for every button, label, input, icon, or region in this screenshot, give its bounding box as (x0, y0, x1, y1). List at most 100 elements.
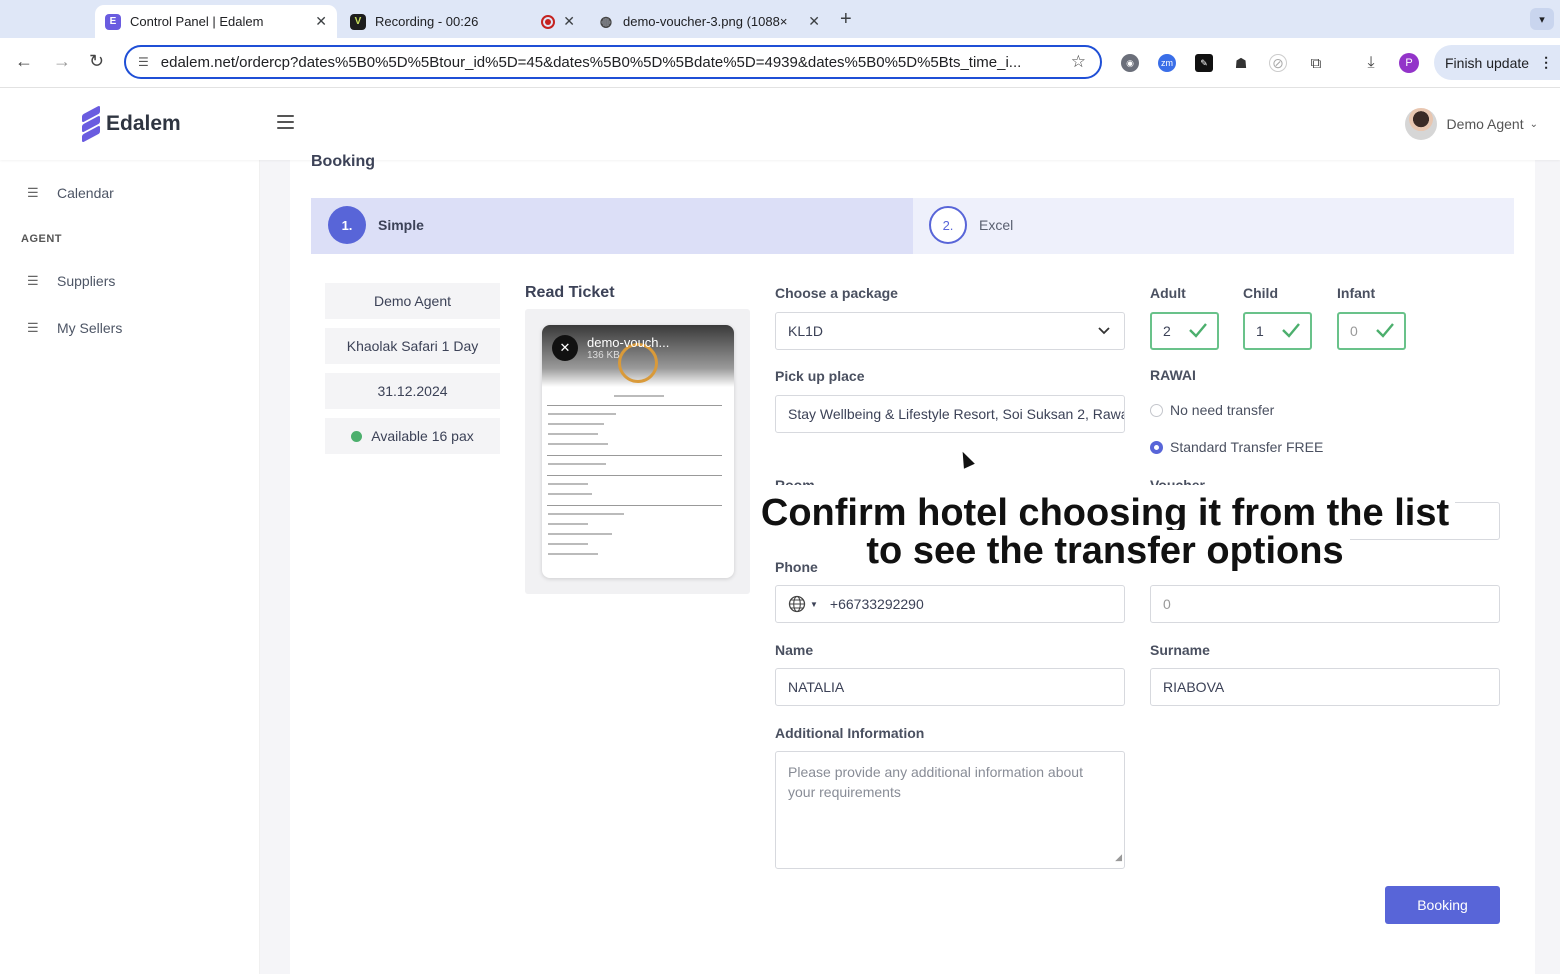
extensions-puzzle-icon[interactable]: ⧉ (1307, 54, 1325, 72)
browser-toolbar: ← → ↻ ☰ edalem.net/ordercp?dates%5B0%5D%… (0, 38, 1560, 88)
avatar (1404, 108, 1437, 140)
list-icon: ☰ (27, 273, 39, 288)
tab-recording[interactable]: V Recording - 00:26 ✕ (340, 5, 585, 38)
file-name: demo-vouch... (587, 335, 670, 350)
sidebar-item-label: Suppliers (57, 273, 116, 289)
extension-zm-icon[interactable]: zm (1158, 54, 1176, 72)
adult-input[interactable]: 2 (1150, 312, 1219, 350)
surname-label: Surname (1150, 642, 1210, 658)
radio-unchecked-icon[interactable] (1150, 403, 1163, 417)
tab-title: Recording - 00:26 (375, 14, 479, 29)
edalem-logo-icon (80, 105, 102, 143)
package-value: KL1D (788, 323, 824, 339)
infant-label: Infant (1337, 285, 1376, 301)
infant-input[interactable]: 0 (1337, 312, 1406, 350)
transfer-option-label: Standard Transfer FREE (1170, 439, 1324, 455)
textarea-placeholder: Please provide any additional informatio… (788, 764, 1083, 800)
extension-privacy-icon[interactable]: ◉ (1121, 54, 1139, 72)
back-arrow-icon[interactable]: ← (15, 51, 33, 72)
resize-handle-icon[interactable]: ◢ (1115, 847, 1122, 867)
pickup-label: Pick up place (775, 368, 865, 384)
secondary-number-value: 0 (1163, 596, 1171, 612)
close-tab-icon[interactable]: ✕ (808, 13, 820, 30)
read-ticket-label: Read Ticket (525, 284, 615, 301)
app-logo[interactable]: Edalem (80, 105, 181, 143)
transfer-option-no-transfer[interactable]: No need transfer (1150, 402, 1274, 418)
step-label: Simple (378, 217, 424, 233)
name-input[interactable]: NATALIA (775, 668, 1125, 706)
sidebar-item-label: My Sellers (57, 320, 123, 336)
surname-input[interactable]: RIABOVA (1150, 668, 1500, 706)
url-text[interactable]: edalem.net/ordercp?dates%5B0%5D%5Btour_i… (161, 54, 1051, 71)
sidebar-item-suppliers[interactable]: ☰ Suppliers (27, 273, 115, 289)
finish-update-button[interactable]: Finish update ⋮ (1434, 45, 1560, 80)
profile-avatar-icon[interactable]: P (1399, 53, 1419, 73)
check-icon (1376, 323, 1394, 338)
close-tab-icon[interactable]: ✕ (315, 13, 327, 30)
forward-arrow-icon[interactable]: → (53, 51, 71, 72)
recorder-favicon-icon: V (350, 13, 366, 30)
radio-checked-icon[interactable] (1150, 440, 1163, 454)
country-code-select[interactable]: ▼ (788, 595, 818, 613)
app-header: Edalem Demo Agent ⌄ (0, 88, 1560, 160)
kebab-menu-icon[interactable]: ⋮ (1539, 54, 1553, 71)
phone-value: +66733292290 (829, 596, 924, 612)
hamburger-menu-icon[interactable] (277, 115, 294, 129)
step-simple[interactable]: 1. Simple (328, 206, 424, 244)
name-value: NATALIA (788, 679, 845, 695)
name-label: Name (775, 642, 814, 658)
video-caption: Confirm hotel choosing it from the list … (725, 492, 1485, 572)
summary-date: 31.12.2024 (325, 373, 500, 409)
step-label: Excel (979, 217, 1014, 233)
recording-icon (541, 14, 555, 29)
adult-value: 2 (1163, 323, 1171, 339)
address-bar[interactable]: ☰ edalem.net/ordercp?dates%5B0%5D%5Btour… (124, 45, 1102, 79)
check-icon (1282, 323, 1300, 338)
package-select[interactable]: KL1D (775, 312, 1125, 350)
area-label: RAWAI (1150, 367, 1196, 383)
ticket-preview: ✕ demo-vouch... 136 KB (542, 325, 734, 578)
pickup-input[interactable]: Stay Wellbeing & Lifestyle Resort, Soi S… (775, 395, 1125, 433)
sidebar-item-calendar[interactable]: ☰ Calendar (27, 185, 114, 201)
extension-compass-icon[interactable]: ⊘ (1269, 54, 1287, 72)
close-tab-icon[interactable]: ✕ (563, 13, 575, 30)
finish-update-label: Finish update (1445, 54, 1530, 71)
bookmark-star-icon[interactable]: ☆ (1071, 52, 1086, 72)
tab-search-chevron-icon[interactable]: ▾ (1530, 8, 1554, 30)
extension-cat-icon[interactable]: ☗ (1232, 54, 1250, 72)
tab-title: Control Panel | Edalem (130, 14, 264, 29)
infant-value: 0 (1350, 323, 1358, 339)
availability-text: Available 16 pax (371, 428, 474, 444)
status-dot-icon (351, 430, 363, 442)
step-excel[interactable]: 2. Excel (929, 206, 1013, 244)
logo-text: Edalem (106, 112, 181, 135)
globe-icon: ◍ (599, 13, 613, 29)
child-value: 1 (1256, 323, 1264, 339)
reload-icon[interactable]: ↻ (89, 51, 104, 72)
new-tab-button[interactable]: + (840, 8, 852, 31)
transfer-option-standard[interactable]: Standard Transfer FREE (1150, 439, 1323, 455)
sidebar-item-my-sellers[interactable]: ☰ My Sellers (27, 320, 122, 336)
extension-pen-icon[interactable]: ✎ (1195, 54, 1213, 72)
tab-voucher-image[interactable]: ◍ demo-voucher-3.png (1088× ✕ (588, 5, 830, 38)
download-icon[interactable]: ⤓ (1362, 54, 1380, 72)
child-label: Child (1243, 285, 1278, 301)
tab-title: demo-voucher-3.png (1088× (623, 14, 788, 29)
child-input[interactable]: 1 (1243, 312, 1312, 350)
tab-control-panel[interactable]: E Control Panel | Edalem ✕ (95, 5, 337, 38)
ticket-preview-header: ✕ demo-vouch... 136 KB (542, 325, 734, 387)
summary-tour: Khaolak Safari 1 Day (325, 328, 500, 364)
phone-input[interactable]: ▼ +66733292290 (775, 585, 1125, 623)
remove-file-icon[interactable]: ✕ (552, 335, 578, 361)
globe-icon (788, 595, 806, 613)
caption-line-1: Confirm hotel choosing it from the list (754, 492, 1456, 534)
caret-down-icon: ▼ (810, 599, 818, 609)
transfer-option-label: No need transfer (1170, 402, 1275, 418)
sidebar-item-label: Calendar (57, 185, 114, 201)
additional-info-textarea[interactable]: Please provide any additional informatio… (775, 751, 1125, 869)
site-settings-icon[interactable]: ☰ (138, 55, 149, 69)
secondary-number-input[interactable]: 0 (1150, 585, 1500, 623)
user-menu[interactable]: Demo Agent ⌄ (1404, 108, 1538, 140)
edalem-favicon-icon: E (105, 13, 121, 30)
booking-submit-button[interactable]: Booking (1385, 886, 1500, 924)
